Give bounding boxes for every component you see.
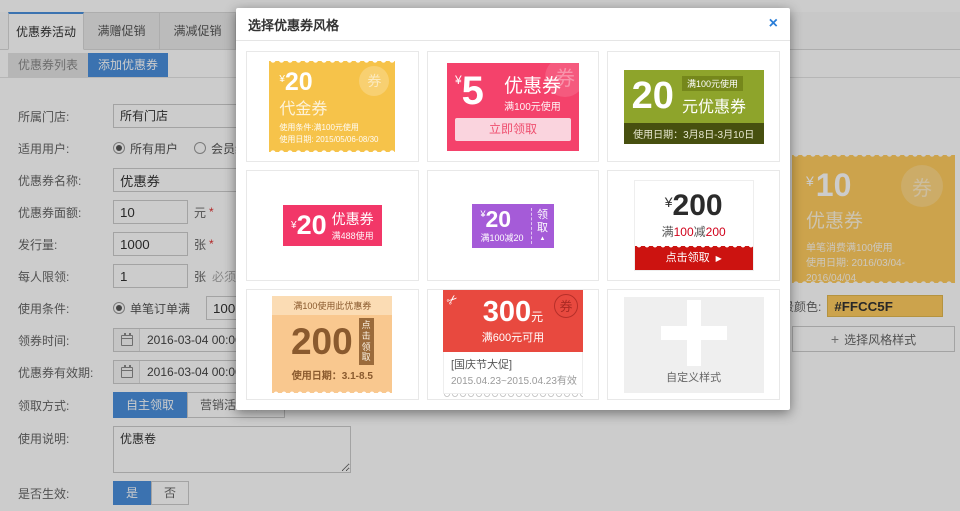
scissors-icon: ✂ bbox=[443, 290, 462, 309]
modal-header: 选择优惠券风格 × bbox=[236, 8, 790, 41]
plus-icon bbox=[661, 300, 727, 366]
coupon-name: 代金券 bbox=[279, 95, 385, 119]
scallop-edge bbox=[269, 148, 395, 153]
custom-style-label: 自定义样式 bbox=[624, 369, 764, 385]
coupon-card: ¥ 20 优惠券 满488使用 bbox=[283, 205, 382, 246]
coupon-amount: 20 bbox=[297, 210, 327, 241]
coupon-style-peach-ticket[interactable]: 满100使用此优惠券 200 点击领取 使用日期：3.1-8.5 bbox=[246, 289, 419, 400]
custom-style-card: 自定义样式 bbox=[624, 297, 764, 393]
coupon-currency: ¥ bbox=[455, 73, 462, 113]
claim-label: 领取 bbox=[537, 209, 549, 234]
coupon-amount: 300 bbox=[483, 296, 531, 328]
claim-now-button[interactable]: 立即领取 bbox=[455, 118, 571, 141]
zigzag-edge bbox=[443, 394, 583, 399]
coupon-date: 使用日期：3.1-8.5 bbox=[272, 367, 392, 382]
coupon-style-rose-mini[interactable]: ¥ 20 优惠券 满488使用 bbox=[246, 170, 419, 281]
coupon-amount: 5 bbox=[462, 71, 484, 113]
coupon-condition: 满100元使用 bbox=[494, 98, 571, 113]
coupon-condition: 满100减200 bbox=[635, 223, 753, 240]
coupon-style-purple-mini[interactable]: ¥20 满100减20 领取 ▲ bbox=[427, 170, 600, 281]
coupon-card: 满100使用此优惠券 200 点击领取 使用日期：3.1-8.5 bbox=[272, 296, 392, 393]
coupon-style-white-card[interactable]: ¥200 满100减200 点击领取▶ bbox=[607, 170, 780, 281]
claim-section: 领取 ▲ bbox=[531, 208, 554, 244]
coupon-style-yellow-voucher[interactable]: ¥20 代金券 使用条件:满100元使用 使用日期: 2015/05/06-08… bbox=[246, 51, 419, 162]
coupon-valid-dates: 2015.04.23~2015.04.23有效 bbox=[451, 372, 575, 387]
coupon-condition: 使用条件:满100元使用 bbox=[279, 122, 385, 134]
coupon-amount: 20 bbox=[632, 77, 674, 115]
scallop-edge bbox=[635, 245, 753, 250]
coupon-condition: 满100减20 bbox=[480, 231, 523, 244]
coupon-card: ¥20 代金券 使用条件:满100元使用 使用日期: 2015/05/06-08… bbox=[269, 61, 395, 152]
coupon-style-custom[interactable]: 自定义样式 bbox=[607, 289, 780, 400]
promo-tag: [国庆节大促] bbox=[451, 356, 575, 372]
coupon-condition: 满600元可用 bbox=[443, 329, 583, 345]
coupon-card: 20 满100元使用 元优惠券 使用日期：3月8日-3月10日 bbox=[624, 70, 764, 144]
coupon-name: 优惠券 bbox=[332, 209, 374, 229]
coupon-unit-label: 元优惠券 bbox=[682, 93, 746, 117]
coupon-admin-page: 优惠券活动 满赠促销 满减促销 优惠券列表 添加优惠券 所属门店: 所有门店 适… bbox=[0, 0, 960, 511]
coupon-condition: 满100使用此优惠券 bbox=[272, 296, 392, 315]
modal-title: 选择优惠券风格 bbox=[248, 15, 339, 34]
coupon-style-grid: ¥20 代金券 使用条件:满100元使用 使用日期: 2015/05/06-08… bbox=[236, 41, 790, 410]
triangle-right-icon: ▶ bbox=[716, 254, 722, 263]
coupon-style-olive[interactable]: 20 满100元使用 元优惠券 使用日期：3月8日-3月10日 bbox=[607, 51, 780, 162]
coupon-card: ¥200 满100减200 点击领取▶ bbox=[634, 180, 754, 271]
click-claim-label[interactable]: 点击领取 bbox=[359, 318, 374, 365]
coupon-condition-badge: 满100元使用 bbox=[682, 76, 743, 91]
triangle-up-icon: ▲ bbox=[540, 236, 546, 242]
click-claim-button[interactable]: 点击领取▶ bbox=[635, 246, 753, 270]
scallop-edge bbox=[272, 389, 392, 394]
scallop-edge bbox=[269, 60, 395, 65]
coupon-card: ✂ 券 300元 满600元可用 [国庆节大促] 2015.04.23~2015… bbox=[443, 290, 583, 399]
coupon-card: 券 ¥ 5 优惠券 满100元使用 立即领取 bbox=[447, 63, 579, 151]
coupon-amount: 20 bbox=[485, 206, 511, 232]
coupon-date: 使用日期: 2015/05/06-08/30 bbox=[279, 134, 385, 146]
coupon-style-red-promo[interactable]: ✂ 券 300元 满600元可用 [国庆节大促] 2015.04.23~2015… bbox=[427, 289, 600, 400]
coupon-amount: ¥200 bbox=[635, 189, 753, 223]
coupon-condition: 满488使用 bbox=[332, 229, 374, 242]
coupon-card: ¥20 满100减20 领取 ▲ bbox=[472, 204, 553, 248]
coupon-date: 使用日期：3月8日-3月10日 bbox=[624, 123, 764, 144]
coupon-watermark: 券 bbox=[554, 294, 578, 318]
coupon-amount: 200 bbox=[291, 323, 353, 360]
close-icon[interactable]: × bbox=[769, 16, 778, 32]
coupon-unit: 元 bbox=[531, 310, 543, 324]
coupon-style-pink-claim[interactable]: 券 ¥ 5 优惠券 满100元使用 立即领取 bbox=[427, 51, 600, 162]
coupon-style-modal: 选择优惠券风格 × ¥20 代金券 使用条件:满100元使用 使用日期: 201… bbox=[236, 8, 790, 410]
